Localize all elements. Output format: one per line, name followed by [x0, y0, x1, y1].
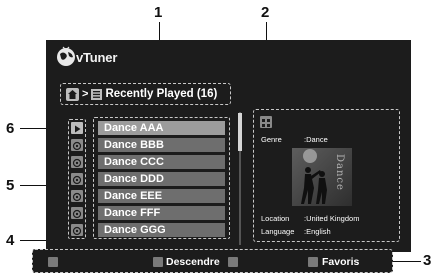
key-blue-square-icon[interactable] — [308, 257, 318, 267]
list-item[interactable]: Dance FFF — [98, 206, 225, 220]
location-label: Location — [261, 214, 290, 223]
list-icon — [91, 88, 103, 100]
station-icon — [71, 224, 83, 236]
callout-1: 1 — [154, 4, 163, 21]
station-list: Dance AAA Dance BBB Dance CCC Dance DDD … — [93, 117, 230, 239]
callout-3-line — [393, 261, 421, 262]
home-icon[interactable] — [66, 87, 79, 101]
breadcrumb-current: Recently Played (16) — [105, 88, 218, 100]
genre-label: Genre — [261, 135, 282, 144]
genre-icon — [260, 116, 272, 128]
descendre-label[interactable]: Descendre — [166, 256, 220, 268]
key-red-square-icon[interactable] — [48, 257, 58, 267]
list-item[interactable]: Dance GGG — [98, 223, 225, 237]
language-label: Language — [261, 227, 295, 236]
station-icon — [71, 173, 83, 185]
list-item[interactable]: Dance CCC — [98, 155, 225, 169]
genre-value: :Dance — [304, 135, 328, 144]
language-value: :English — [304, 227, 331, 236]
key-green-square-icon[interactable] — [153, 257, 163, 267]
bottom-key-bar: Descendre Favoris — [32, 249, 393, 273]
play-icon — [71, 122, 83, 134]
station-artwork: Dance — [292, 148, 352, 206]
station-icon — [71, 190, 83, 202]
vtuner-screen: vTuner > Recently Played (16) Dance AAA … — [46, 40, 411, 252]
station-icon — [71, 207, 83, 219]
list-item[interactable]: Dance BBB — [98, 138, 225, 152]
callout-6: 6 — [6, 120, 15, 137]
location-value: :United Kingdom — [304, 214, 360, 223]
list-item[interactable]: Dance AAA — [98, 121, 225, 135]
globe-icon — [57, 46, 75, 66]
breadcrumb[interactable]: > Recently Played (16) — [60, 83, 231, 105]
station-status-icons — [68, 119, 86, 239]
station-icon — [71, 156, 83, 168]
scrollbar-thumb[interactable] — [238, 113, 242, 151]
station-icon — [71, 139, 83, 151]
callout-4: 4 — [6, 232, 15, 249]
artwork-text: Dance — [334, 154, 345, 191]
list-item[interactable]: Dance EEE — [98, 189, 225, 203]
breadcrumb-separator: > — [82, 88, 89, 100]
callout-2: 2 — [261, 4, 270, 21]
key-yellow-square-icon[interactable] — [228, 257, 238, 267]
list-item[interactable]: Dance DDD — [98, 172, 225, 186]
station-info-panel: Genre :Dance Dance Location :United King… — [253, 109, 400, 242]
favoris-label[interactable]: Favoris — [322, 256, 359, 268]
callout-5: 5 — [6, 177, 15, 194]
app-logo-text: vTuner — [76, 50, 118, 65]
callout-3: 3 — [423, 252, 432, 269]
